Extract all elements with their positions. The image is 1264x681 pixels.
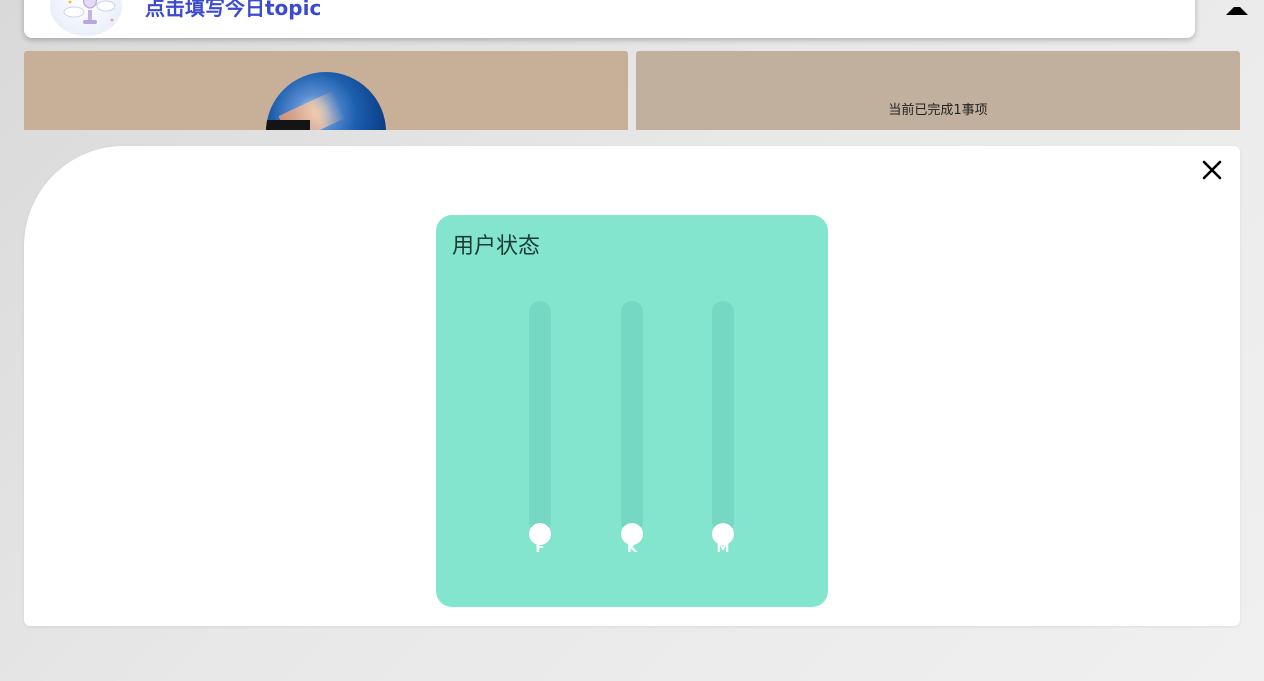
slider-track[interactable] (529, 301, 551, 533)
slider-label: F (535, 541, 545, 556)
completed-count-text: 当前已完成1事项 (888, 103, 988, 118)
profile-tile[interactable] (24, 51, 628, 130)
topic-banner: 点击填写今日topic (24, 0, 1195, 38)
progress-tile[interactable]: 当前已完成1事项 (636, 51, 1240, 130)
slider-label: M (716, 541, 730, 556)
slider-f[interactable]: F (529, 301, 551, 556)
trophy-logo-icon (50, 0, 122, 36)
user-status-modal: 用户状态 F K M (24, 146, 1240, 626)
avatar-shadow (266, 120, 310, 130)
slider-k[interactable]: K (621, 301, 643, 556)
slider-m[interactable]: M (712, 301, 734, 556)
slider-track[interactable] (621, 301, 643, 533)
close-icon[interactable] (1198, 156, 1226, 184)
fill-topic-link[interactable]: 点击填写今日topic (145, 0, 321, 20)
slider-track[interactable] (712, 301, 734, 533)
avatar[interactable] (266, 72, 386, 130)
corner-triangle-icon[interactable] (1224, 0, 1250, 15)
panel-title: 用户状态 (452, 234, 541, 259)
slider-label: K (626, 541, 638, 556)
user-status-panel: 用户状态 F K M (436, 215, 828, 607)
